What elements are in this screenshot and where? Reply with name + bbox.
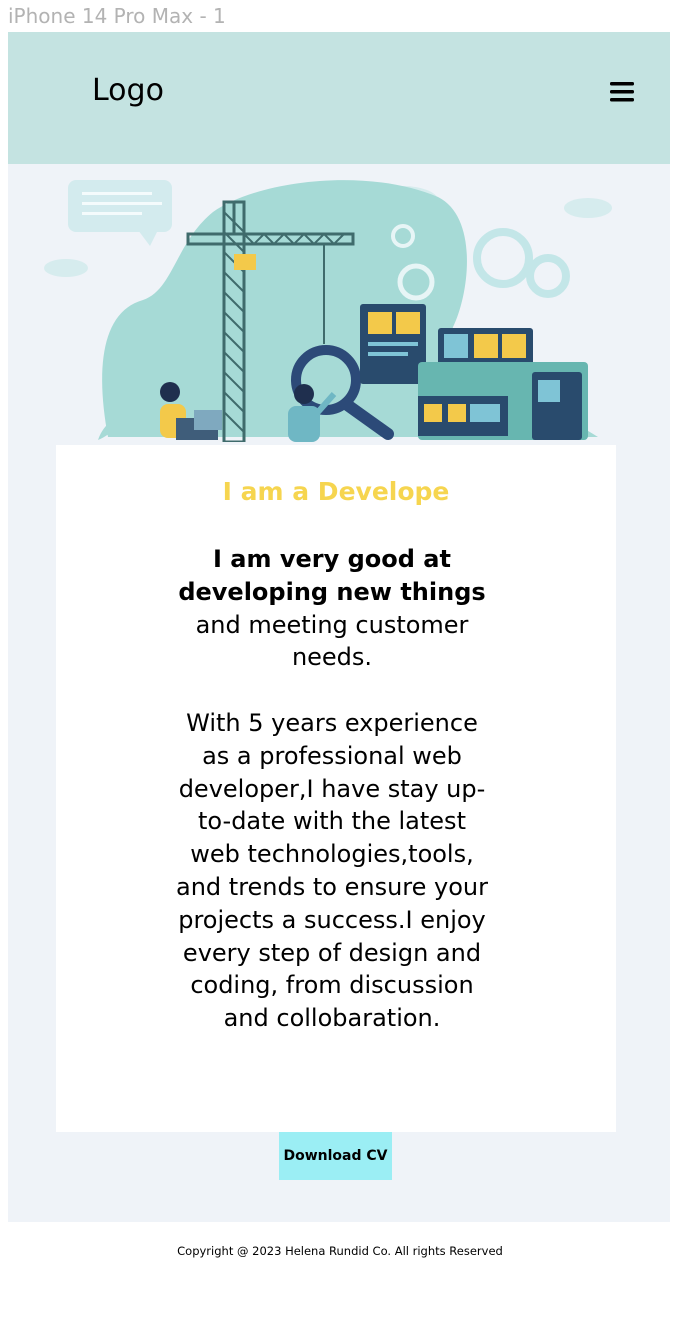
logo-link[interactable]: Logo (92, 72, 164, 110)
intro-paragraph: With 5 years experience as a professiona… (176, 708, 488, 1033)
gear-icon (473, 228, 570, 298)
download-cv-button[interactable]: Download CV (279, 1132, 392, 1180)
intro-card: I am a Develope I am very good at develo… (56, 445, 616, 1132)
hero-illustration (8, 172, 670, 444)
site-header: Logo (8, 32, 670, 164)
page-container: Logo I am a Develope I am very good at d… (8, 32, 670, 1222)
hamburger-menu-icon[interactable] (609, 79, 635, 105)
intro-highlight-rest: and meeting customer needs. (195, 610, 469, 672)
frame-label: iPhone 14 Pro Max - 1 (8, 4, 226, 28)
intro-subtitle: I am a Develope (222, 477, 450, 506)
speech-bubble-icon (68, 180, 172, 246)
footer-copyright: Copyright @ 2023 Helena Rundid Co. All r… (177, 1244, 503, 1258)
intro-description: I am very good at developing new things … (172, 543, 492, 1035)
intro-highlight: I am very good at developing new things (178, 545, 486, 606)
